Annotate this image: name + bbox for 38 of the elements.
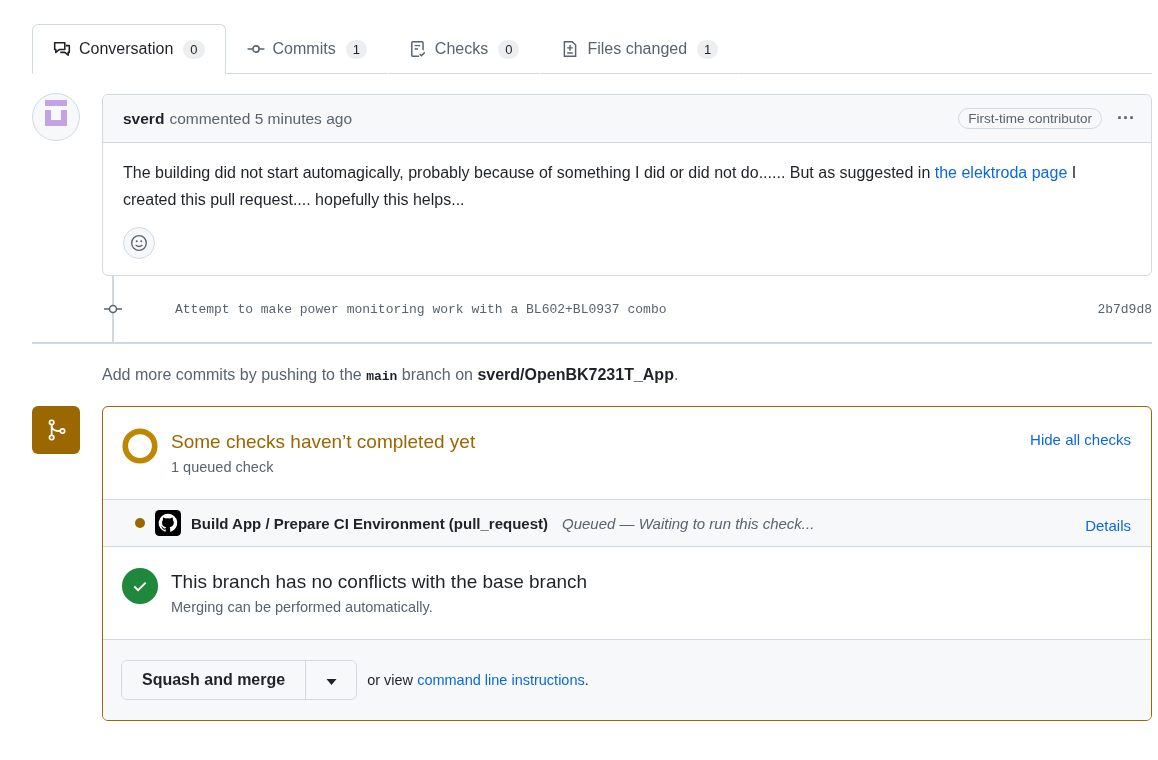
caret-icon <box>325 678 337 685</box>
tab-counter: 0 <box>183 39 205 59</box>
more-button[interactable]: ··· <box>1113 108 1139 129</box>
push-hint: Add more commits by pushing to the main branch on sverd/OpenBK7231T_App. <box>102 366 680 384</box>
check-name: Build App / Prepare CI Environment (pull_request) <box>191 514 548 532</box>
tab[interactable]: Files changed 1 <box>540 24 740 74</box>
comment-text: The building did not start automagically, probably because of something I did or did not do...... But as suggested in the elektroda page I created this pull request.... hopefully this helps... <box>123 163 1078 210</box>
tab-counter: 1 <box>697 39 719 59</box>
tab[interactable]: Commits 1 <box>225 24 388 74</box>
octocat-icon <box>155 510 181 536</box>
smiley-icon <box>130 234 148 252</box>
comment-meta: commented 5 minutes ago <box>169 109 353 128</box>
reaction-button[interactable] <box>123 227 155 259</box>
details-link[interactable]: Details <box>1085 516 1131 534</box>
checklist-icon <box>408 40 427 58</box>
commit-icon <box>103 303 123 315</box>
command-line-link[interactable]: command line instructions <box>417 672 585 688</box>
tab[interactable]: Conversation 0 <box>32 24 226 74</box>
conflicts-subtitle: Merging can be performed automatically. <box>171 599 434 615</box>
check-circle-icon <box>121 567 159 605</box>
conversation-icon <box>53 40 71 58</box>
hide-checks-link[interactable]: Hide all checks <box>1030 431 1131 448</box>
check-state: Queued — Waiting to run this check... <box>562 514 815 532</box>
tab-counter: 1 <box>345 39 367 59</box>
checks-status-title: Some checks haven’t completed yet <box>171 431 476 453</box>
tab-counter: 0 <box>498 39 520 59</box>
command-line-hint: or view command line instructions. <box>367 672 589 688</box>
page-link[interactable]: the elektroda page <box>934 164 1068 181</box>
comment-author[interactable]: sverd <box>123 109 165 128</box>
avatar-icon <box>32 93 80 141</box>
commit-sha[interactable]: 2b7d9d8 <box>1097 301 1152 317</box>
pending-ring-icon <box>121 427 159 465</box>
conflicts-title: This branch has no conflicts with the base branch <box>171 571 588 593</box>
squash-merge-button[interactable]: Squash and merge <box>122 661 307 699</box>
merge-badge-icon <box>32 406 80 454</box>
tab[interactable]: Checks 0 <box>387 24 541 74</box>
checks-status-subtitle: 1 queued check <box>171 459 275 475</box>
commit-message[interactable]: Attempt to make power monitoring work with a BL602+BL0937 combo <box>175 301 667 317</box>
